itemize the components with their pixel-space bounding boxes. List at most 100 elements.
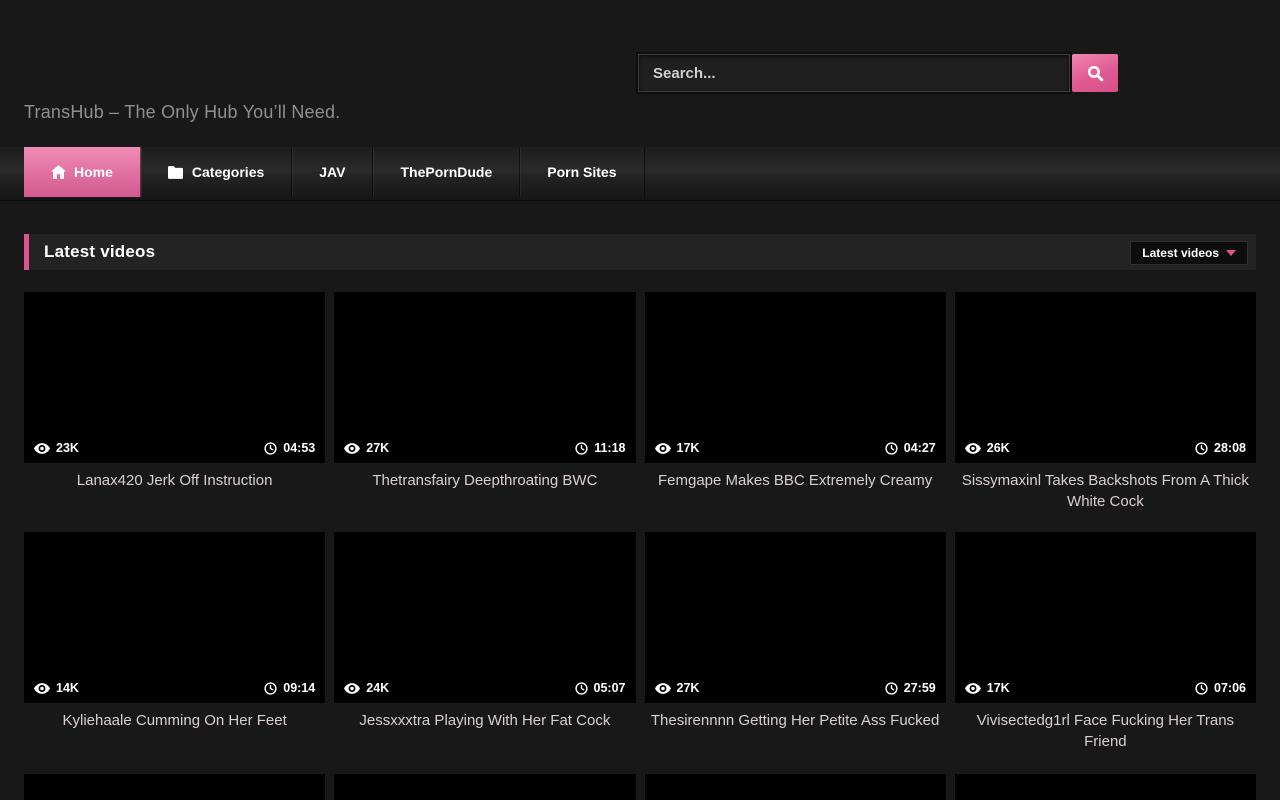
video-thumbnail[interactable]: 17K 07:06: [955, 532, 1256, 703]
video-thumbnail[interactable]: 24K 05:07: [334, 532, 635, 703]
main-content: Latest videos Latest videos 23K: [24, 234, 1256, 800]
video-thumbnail[interactable]: [334, 774, 635, 800]
video-thumbnail[interactable]: 27K 11:18: [334, 292, 635, 463]
views-count: 14K: [56, 681, 79, 695]
views-count: 17K: [677, 441, 700, 455]
duration-value: 11:18: [594, 441, 625, 455]
views-count: 27K: [677, 681, 700, 695]
video-thumbnail[interactable]: 23K 04:53: [24, 292, 325, 463]
clock-icon: [1195, 442, 1208, 455]
video-stats-bar: 17K 04:27: [645, 433, 946, 463]
duration-stat: 07:06: [1195, 681, 1246, 695]
video-thumbnail[interactable]: 17K 04:27: [645, 292, 946, 463]
search-button[interactable]: [1072, 54, 1118, 92]
nav-item-label: Home: [74, 164, 113, 180]
duration-value: 28:08: [1214, 441, 1246, 455]
video-thumbnail[interactable]: [955, 774, 1256, 800]
duration-value: 07:06: [1214, 681, 1246, 695]
nav-item-theporndude[interactable]: ThePornDude: [373, 147, 520, 197]
duration-value: 27:59: [904, 681, 936, 695]
views-stat: 27K: [655, 681, 700, 695]
views-count: 27K: [366, 441, 389, 455]
sort-dropdown-label: Latest videos: [1142, 246, 1219, 260]
eye-icon: [344, 683, 360, 694]
views-stat: 17K: [655, 441, 700, 455]
views-count: 17K: [987, 681, 1010, 695]
sort-dropdown[interactable]: Latest videos: [1130, 241, 1248, 265]
eye-icon: [965, 443, 981, 454]
nav-item-label: Porn Sites: [547, 164, 616, 180]
video-title[interactable]: Thesirennnn Getting Her Petite Ass Fucke…: [645, 710, 946, 752]
video-card[interactable]: 23K 04:53 Lanax420 Jerk Off Instruction: [24, 292, 325, 512]
video-stats-bar: 26K 28:08: [955, 433, 1256, 463]
clock-icon: [575, 442, 588, 455]
eye-icon: [34, 683, 50, 694]
video-card[interactable]: 17K 07:06 Vivisectedg1rl Face Fucking He…: [955, 532, 1256, 752]
video-stats-bar: 27K 27:59: [645, 673, 946, 703]
duration-stat: 28:08: [1195, 441, 1246, 455]
video-card[interactable]: 27K 11:18 Thetransfairy Deepthroating BW…: [334, 292, 635, 512]
duration-stat: 04:53: [264, 441, 315, 455]
nav-item-jav[interactable]: JAV: [292, 147, 373, 197]
views-stat: 23K: [34, 441, 79, 455]
clock-icon: [264, 442, 277, 455]
site-tagline: TransHub – The Only Hub You’ll Need.: [24, 102, 340, 123]
video-stats-bar: 14K 09:14: [24, 673, 325, 703]
video-title[interactable]: Sissymaxinl Takes Backshots From A Thick…: [955, 470, 1256, 512]
video-card[interactable]: 17K 04:27 Femgape Makes BBC Extremely Cr…: [645, 292, 946, 512]
clock-icon: [885, 442, 898, 455]
duration-value: 04:27: [904, 441, 936, 455]
video-thumbnail[interactable]: 26K 28:08: [955, 292, 1256, 463]
video-thumbnail[interactable]: 27K 27:59: [645, 532, 946, 703]
video-title[interactable]: Kyliehaale Cumming On Her Feet: [24, 710, 325, 752]
nav-item-porn-sites[interactable]: Porn Sites: [520, 147, 644, 197]
views-count: 23K: [56, 441, 79, 455]
video-title[interactable]: Lanax420 Jerk Off Instruction: [24, 470, 325, 512]
duration-stat: 05:07: [575, 681, 626, 695]
section-header: Latest videos Latest videos: [24, 234, 1256, 270]
section-title: Latest videos: [44, 242, 155, 262]
eye-icon: [344, 443, 360, 454]
clock-icon: [1195, 682, 1208, 695]
video-stats-bar: 23K 04:53: [24, 433, 325, 463]
clock-icon: [264, 682, 277, 695]
nav-item-home[interactable]: Home: [24, 147, 141, 197]
views-stat: 26K: [965, 441, 1010, 455]
video-title[interactable]: Vivisectedg1rl Face Fucking Her Trans Fr…: [955, 710, 1256, 752]
duration-value: 04:53: [283, 441, 315, 455]
nav-item-categories[interactable]: Categories: [141, 147, 292, 197]
video-card[interactable]: 26K 28:08 Sissymaxinl Takes Backshots Fr…: [955, 292, 1256, 512]
nav-item-label: Categories: [192, 164, 264, 180]
folder-icon: [168, 166, 184, 179]
search-bar: [638, 54, 1118, 92]
video-card[interactable]: 14K 09:14 Kyliehaale Cumming On Her Feet: [24, 532, 325, 752]
video-card[interactable]: 24K 05:07 Jessxxxtra Playing With Her Fa…: [334, 532, 635, 752]
video-grid: 23K 04:53 Lanax420 Jerk Off Instruction: [24, 292, 1256, 752]
video-stats-bar: 24K 05:07: [334, 673, 635, 703]
main-navigation: Home Categories JAV ThePornDude Porn Sites: [0, 147, 1280, 201]
video-thumbnail[interactable]: [645, 774, 946, 800]
search-input[interactable]: [638, 54, 1070, 92]
duration-stat: 04:27: [885, 441, 936, 455]
video-thumbnail[interactable]: [24, 774, 325, 800]
caret-down-icon: [1226, 250, 1236, 256]
views-count: 24K: [366, 681, 389, 695]
video-card[interactable]: 27K 27:59 Thesirennnn Getting Her Petite…: [645, 532, 946, 752]
clock-icon: [575, 682, 588, 695]
duration-value: 09:14: [283, 681, 315, 695]
video-thumbnail[interactable]: 14K 09:14: [24, 532, 325, 703]
nav-item-label: JAV: [319, 164, 345, 180]
video-stats-bar: 17K 07:06: [955, 673, 1256, 703]
clock-icon: [885, 682, 898, 695]
eye-icon: [655, 443, 671, 454]
duration-stat: 27:59: [885, 681, 936, 695]
eye-icon: [965, 683, 981, 694]
eye-icon: [34, 443, 50, 454]
eye-icon: [655, 683, 671, 694]
video-title[interactable]: Femgape Makes BBC Extremely Creamy: [645, 470, 946, 512]
duration-stat: 09:14: [264, 681, 315, 695]
views-count: 26K: [987, 441, 1010, 455]
video-title[interactable]: Thetransfairy Deepthroating BWC: [334, 470, 635, 512]
video-grid-partial-row: [24, 774, 1256, 800]
video-title[interactable]: Jessxxxtra Playing With Her Fat Cock: [334, 710, 635, 752]
